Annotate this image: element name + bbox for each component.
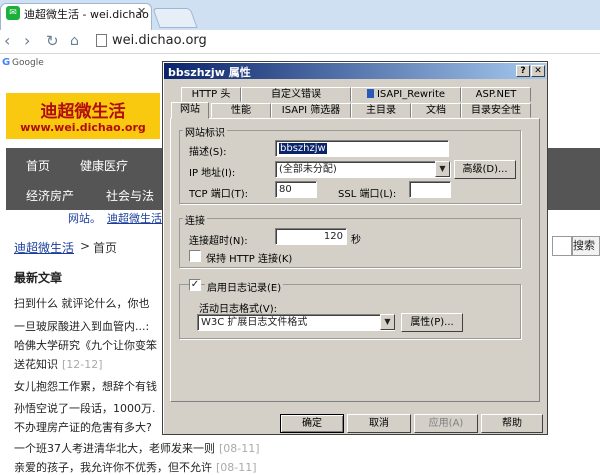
article-link[interactable]: 不办理房产证的危害有多大? [14, 419, 152, 435]
tab-website[interactable]: 网站 [171, 102, 209, 119]
wechat-icon: ✉ [6, 6, 20, 20]
group-connection-label: 连接 [183, 212, 207, 227]
tab-aspnet[interactable]: ASP.NET [461, 87, 531, 102]
logging-label: 启用日志记录(E) [205, 279, 284, 294]
breadcrumb-home[interactable]: 迪超微生活 [14, 239, 74, 256]
keepalive-label: 保持 HTTP 连接(K) [206, 254, 293, 265]
article-date: [12-12] [62, 358, 103, 371]
chevron-down-icon[interactable]: ▼ [435, 161, 450, 177]
forward-icon[interactable]: › [24, 30, 30, 52]
article-link[interactable]: 哈佛大学研究《九个让你变笨 [14, 337, 157, 353]
tab-home-directory[interactable]: 主目录 [351, 103, 411, 118]
ssl-label: SSL 端口(L): [338, 189, 397, 200]
help-button[interactable]: 帮助 [481, 414, 543, 433]
tab-directory-security[interactable]: 目录安全性 [461, 103, 531, 118]
page-icon [96, 34, 107, 47]
group-identity-label: 网站标识 [183, 124, 227, 139]
nav-health[interactable]: 健康医疗 [80, 157, 128, 174]
breadcrumb-current: 首页 [93, 241, 118, 255]
tab-custom-errors[interactable]: 自定义错误 [241, 87, 351, 102]
new-tab-button[interactable] [152, 8, 198, 28]
description-field[interactable]: bbszhzjw [275, 140, 449, 157]
ip-select[interactable]: (全部未分配) [275, 161, 451, 178]
article-date: [08-11] [219, 442, 260, 455]
article-link[interactable]: 亲爱的孩子，我允许你不优秀，但不允许 [08-11] [14, 459, 257, 475]
article-link[interactable]: 一旦玻尿酸进入到血管内...: [14, 318, 149, 334]
browser-toolbar [0, 30, 600, 54]
properties-button[interactable]: 属性(P)... [401, 313, 463, 332]
nav-economy[interactable]: 经济房产 [26, 187, 74, 204]
advanced-button[interactable]: 高级(D)... [454, 160, 516, 179]
tab-http-headers[interactable]: HTTP 头 [181, 87, 241, 102]
article-link[interactable]: 孙悟空说了一段话，1000万. [14, 400, 156, 416]
article-link[interactable]: 扫到什么 就评论什么，你也 [14, 295, 150, 311]
article-link[interactable]: 送花知识 [12-12] [14, 356, 103, 372]
apply-button[interactable]: 应用(A) [414, 414, 478, 433]
latest-articles-title: 最新文章 [14, 271, 63, 285]
nav-home[interactable]: 首页 [26, 157, 50, 174]
ssl-port-field[interactable] [409, 181, 451, 198]
article-date: [08-11] [216, 461, 257, 474]
sublink-dichao[interactable]: 迪超微生活 [107, 212, 162, 225]
dialog-title: bbszhzjw 属性 [168, 66, 251, 79]
tab-isapi-rewrite[interactable]: ISAPI_Rewrite [351, 87, 461, 102]
article-link[interactable]: 女儿抱怨工作累，想辞个有钱 [14, 378, 157, 394]
home-icon[interactable]: ⌂ [70, 30, 79, 52]
back-icon[interactable]: ‹ [4, 30, 10, 52]
google-icon: G [2, 57, 11, 68]
desc-label: 描述(S): [189, 147, 227, 158]
chevron-down-icon[interactable]: ▼ [380, 314, 395, 330]
breadcrumb-separator: > [80, 239, 91, 253]
ok-button[interactable]: 确定 [280, 414, 344, 433]
tab-documents[interactable]: 文档 [411, 103, 461, 118]
reload-icon[interactable]: ↻ [46, 30, 59, 52]
timeout-field[interactable]: 120 [275, 228, 347, 245]
bookmark-google[interactable]: Google [12, 58, 44, 68]
log-format-label: 活动日志格式(V): [199, 304, 278, 315]
sub-links: 网站。 迪超微生活 [68, 210, 168, 226]
close-icon[interactable]: ✕ [531, 65, 545, 77]
log-format-select[interactable]: W3C 扩展日志文件格式 [197, 314, 395, 331]
logo-name: 迪超微生活 [40, 102, 126, 122]
ip-label: IP 地址(I): [189, 168, 236, 179]
logo-url: www.wei.dichao.org [20, 121, 146, 134]
timeout-label: 连接超时(N): [189, 236, 248, 247]
help-icon[interactable]: ? [516, 65, 530, 77]
sublink-site[interactable]: 网站。 [68, 212, 101, 225]
cancel-button[interactable]: 取消 [347, 414, 411, 433]
tcp-label: TCP 端口(T): [189, 189, 248, 200]
nav-society[interactable]: 社会与法 [106, 187, 154, 204]
tcp-port-field[interactable]: 80 [275, 181, 317, 198]
tab-isapi-filters[interactable]: ISAPI 筛选器 [271, 103, 351, 118]
isapi-rewrite-icon [366, 89, 374, 98]
tab-close-icon[interactable]: ✕ [137, 5, 146, 18]
tab-performance[interactable]: 性能 [211, 103, 271, 118]
logging-checkbox[interactable]: ✓ [189, 279, 201, 291]
article-link[interactable]: 一个班37人考进清华北大，老师发来一则 [08-11] [14, 440, 260, 456]
search-input[interactable] [552, 236, 572, 256]
tab-title: 迪超微生活 - wei.dichao [24, 8, 149, 21]
search-button[interactable]: 搜索 [572, 236, 600, 256]
keepalive-checkbox[interactable] [189, 250, 201, 262]
timeout-unit: 秒 [351, 235, 361, 246]
address-bar[interactable]: wei.dichao.org [112, 33, 207, 48]
